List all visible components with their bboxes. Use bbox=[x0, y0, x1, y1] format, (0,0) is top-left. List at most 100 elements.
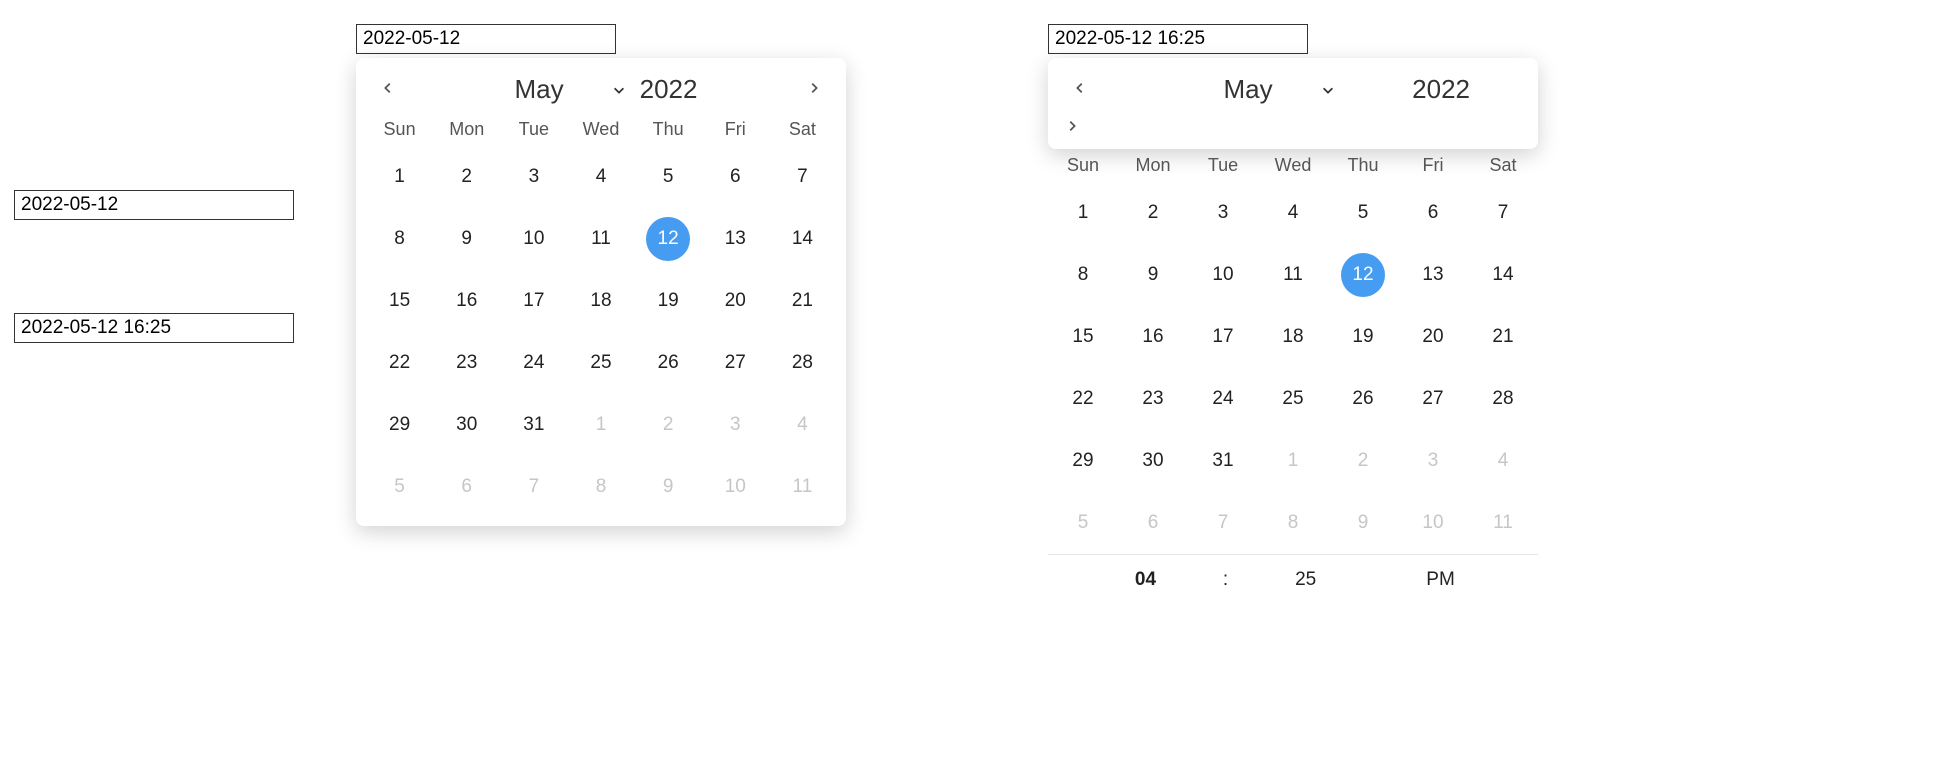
day-cell[interactable]: 19 bbox=[635, 270, 702, 332]
day-cell[interactable]: 24 bbox=[500, 332, 567, 394]
day-cell[interactable]: 26 bbox=[635, 332, 702, 394]
day-cell[interactable]: 5 bbox=[366, 456, 433, 518]
day-cell[interactable]: 15 bbox=[1048, 306, 1118, 368]
day-cell[interactable]: 11 bbox=[1258, 244, 1328, 306]
day-cell[interactable]: 6 bbox=[1398, 182, 1468, 244]
day-cell[interactable]: 2 bbox=[1118, 182, 1188, 244]
day-cell[interactable]: 6 bbox=[1118, 492, 1188, 554]
day-cell[interactable]: 20 bbox=[1398, 306, 1468, 368]
day-cell[interactable]: 14 bbox=[769, 208, 836, 270]
day-cell[interactable]: 11 bbox=[567, 208, 634, 270]
day-cell[interactable]: 7 bbox=[1468, 182, 1538, 244]
day-cell[interactable]: 10 bbox=[1188, 244, 1258, 306]
date-picker-input[interactable] bbox=[356, 24, 616, 54]
day-cell[interactable]: 2 bbox=[433, 146, 500, 208]
day-cell[interactable]: 9 bbox=[635, 456, 702, 518]
day-cell[interactable]: 6 bbox=[433, 456, 500, 518]
time-ampm[interactable]: PM bbox=[1373, 569, 1508, 591]
day-cell[interactable]: 12 bbox=[1328, 244, 1398, 306]
day-cell[interactable]: 18 bbox=[567, 270, 634, 332]
day-cell[interactable]: 5 bbox=[1048, 492, 1118, 554]
day-cell[interactable]: 17 bbox=[1188, 306, 1258, 368]
day-cell[interactable]: 8 bbox=[1048, 244, 1118, 306]
day-cell[interactable]: 19 bbox=[1328, 306, 1398, 368]
day-cell[interactable]: 7 bbox=[769, 146, 836, 208]
day-cell[interactable]: 11 bbox=[1468, 492, 1538, 554]
month-select[interactable]: May bbox=[455, 74, 626, 105]
datetime-input-standalone[interactable] bbox=[14, 313, 294, 343]
day-cell[interactable]: 16 bbox=[433, 270, 500, 332]
day-cell[interactable]: 17 bbox=[500, 270, 567, 332]
day-cell[interactable]: 31 bbox=[1188, 430, 1258, 492]
day-cell[interactable]: 18 bbox=[1258, 306, 1328, 368]
day-cell[interactable]: 23 bbox=[433, 332, 500, 394]
day-cell[interactable]: 20 bbox=[702, 270, 769, 332]
day-cell[interactable]: 26 bbox=[1328, 368, 1398, 430]
day-cell[interactable]: 29 bbox=[366, 394, 433, 456]
day-cell[interactable]: 21 bbox=[769, 270, 836, 332]
day-number: 3 bbox=[1218, 202, 1229, 224]
day-cell[interactable]: 25 bbox=[567, 332, 634, 394]
day-cell[interactable]: 29 bbox=[1048, 430, 1118, 492]
time-minute[interactable]: 25 bbox=[1238, 569, 1373, 591]
day-cell[interactable]: 24 bbox=[1188, 368, 1258, 430]
day-cell[interactable]: 9 bbox=[1118, 244, 1188, 306]
day-cell[interactable]: 4 bbox=[1258, 182, 1328, 244]
day-cell[interactable]: 4 bbox=[1468, 430, 1538, 492]
datetime-picker-input[interactable] bbox=[1048, 24, 1308, 54]
day-cell[interactable]: 8 bbox=[366, 208, 433, 270]
day-cell[interactable]: 11 bbox=[769, 456, 836, 518]
day-cell[interactable]: 2 bbox=[1328, 430, 1398, 492]
day-cell[interactable]: 27 bbox=[1398, 368, 1468, 430]
day-cell[interactable]: 2 bbox=[635, 394, 702, 456]
day-cell[interactable]: 30 bbox=[1118, 430, 1188, 492]
day-number: 22 bbox=[1072, 388, 1093, 410]
day-cell[interactable]: 5 bbox=[635, 146, 702, 208]
day-cell[interactable]: 28 bbox=[1468, 368, 1538, 430]
next-month-button[interactable] bbox=[1058, 113, 1086, 141]
day-cell[interactable]: 1 bbox=[1048, 182, 1118, 244]
day-cell[interactable]: 12 bbox=[635, 208, 702, 270]
day-cell[interactable]: 13 bbox=[1398, 244, 1468, 306]
prev-month-button[interactable] bbox=[1066, 76, 1094, 104]
day-cell[interactable]: 1 bbox=[366, 146, 433, 208]
next-month-button[interactable] bbox=[800, 76, 828, 104]
day-cell[interactable]: 4 bbox=[567, 146, 634, 208]
day-cell[interactable]: 5 bbox=[1328, 182, 1398, 244]
day-cell[interactable]: 10 bbox=[500, 208, 567, 270]
day-cell[interactable]: 13 bbox=[702, 208, 769, 270]
day-cell[interactable]: 3 bbox=[1398, 430, 1468, 492]
weekday-label: Tue bbox=[1188, 155, 1258, 176]
month-select[interactable]: May bbox=[1164, 74, 1335, 105]
day-cell[interactable]: 3 bbox=[500, 146, 567, 208]
day-cell[interactable]: 6 bbox=[702, 146, 769, 208]
day-cell[interactable]: 30 bbox=[433, 394, 500, 456]
day-cell[interactable]: 9 bbox=[433, 208, 500, 270]
day-cell[interactable]: 3 bbox=[702, 394, 769, 456]
date-input-standalone[interactable] bbox=[14, 190, 294, 220]
day-cell[interactable]: 28 bbox=[769, 332, 836, 394]
day-cell[interactable]: 31 bbox=[500, 394, 567, 456]
day-cell[interactable]: 7 bbox=[500, 456, 567, 518]
day-cell[interactable]: 22 bbox=[1048, 368, 1118, 430]
day-cell[interactable]: 27 bbox=[702, 332, 769, 394]
day-cell[interactable]: 23 bbox=[1118, 368, 1188, 430]
day-cell[interactable]: 7 bbox=[1188, 492, 1258, 554]
day-cell[interactable]: 14 bbox=[1468, 244, 1538, 306]
day-cell[interactable]: 4 bbox=[769, 394, 836, 456]
day-cell[interactable]: 22 bbox=[366, 332, 433, 394]
day-cell[interactable]: 25 bbox=[1258, 368, 1328, 430]
time-hour[interactable]: 04 bbox=[1078, 569, 1213, 591]
day-cell[interactable]: 21 bbox=[1468, 306, 1538, 368]
day-cell[interactable]: 10 bbox=[1398, 492, 1468, 554]
day-cell[interactable]: 16 bbox=[1118, 306, 1188, 368]
day-cell[interactable]: 15 bbox=[366, 270, 433, 332]
day-cell[interactable]: 1 bbox=[1258, 430, 1328, 492]
day-cell[interactable]: 3 bbox=[1188, 182, 1258, 244]
day-cell[interactable]: 9 bbox=[1328, 492, 1398, 554]
day-cell[interactable]: 8 bbox=[567, 456, 634, 518]
day-cell[interactable]: 8 bbox=[1258, 492, 1328, 554]
day-cell[interactable]: 1 bbox=[567, 394, 634, 456]
prev-month-button[interactable] bbox=[374, 76, 402, 104]
day-cell[interactable]: 10 bbox=[702, 456, 769, 518]
